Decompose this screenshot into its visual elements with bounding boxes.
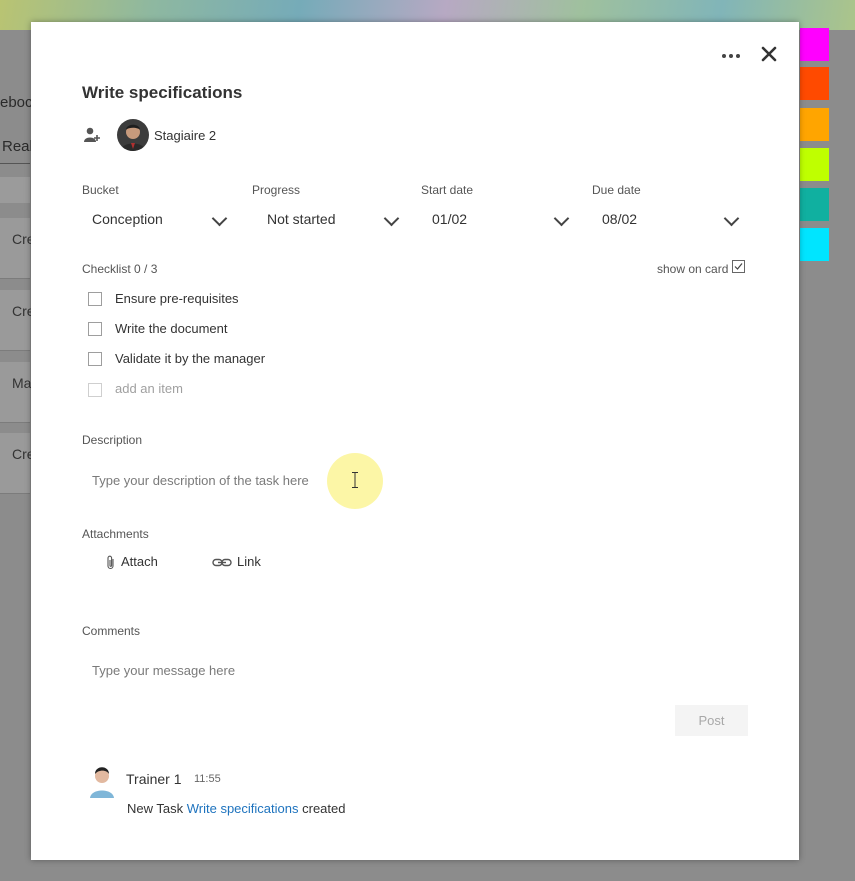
link-label: Link <box>237 554 261 569</box>
label-swatch-orange[interactable] <box>800 108 829 141</box>
progress-value: Not started <box>267 211 336 227</box>
background-divider <box>0 163 30 164</box>
assignee-name[interactable]: Stagiaire 2 <box>154 128 216 143</box>
checklist-item-checkbox[interactable] <box>88 352 102 366</box>
chevron-down-icon <box>383 210 400 227</box>
checklist-item-checkbox[interactable] <box>88 292 102 306</box>
attachments-label: Attachments <box>82 527 149 541</box>
due-date-picker[interactable]: 08/02 <box>592 206 742 232</box>
checklist-item-checkbox[interactable] <box>88 322 102 336</box>
background-text: eboc <box>0 94 33 111</box>
due-date-label: Due date <box>592 183 641 197</box>
bucket-value: Conception <box>92 211 163 227</box>
comment-text-after: created <box>302 801 346 816</box>
checklist-item[interactable]: Write the document <box>115 321 227 336</box>
comment-task-link[interactable]: Write specifications <box>187 801 299 816</box>
start-date-label: Start date <box>421 183 474 197</box>
label-swatch-magenta[interactable] <box>800 28 829 61</box>
new-item-checkbox <box>88 383 102 397</box>
close-icon <box>761 46 777 62</box>
label-swatch-cyan[interactable] <box>800 228 829 261</box>
comment-text: New Task Write specifications created <box>127 801 346 816</box>
background-card: Cre <box>0 218 35 279</box>
label-swatch-teal[interactable] <box>800 188 829 221</box>
checklist-header: Checklist 0 / 3 <box>82 262 158 276</box>
description-input[interactable]: Type your description of the task here <box>92 473 692 488</box>
comment-input[interactable]: Type your message here <box>92 663 692 678</box>
start-date-picker[interactable]: 01/02 <box>421 206 571 232</box>
more-options-button[interactable] <box>721 44 741 69</box>
comment-text-before: New Task <box>127 801 184 816</box>
assign-button[interactable] <box>83 126 101 149</box>
progress-label: Progress <box>252 183 301 197</box>
close-button[interactable] <box>761 46 777 67</box>
progress-dropdown[interactable]: Not started <box>252 206 402 232</box>
add-person-icon <box>84 127 100 142</box>
post-button[interactable]: Post <box>675 705 748 736</box>
more-icon <box>722 54 740 58</box>
assignee-avatar[interactable] <box>117 119 149 151</box>
comments-label: Comments <box>82 624 141 638</box>
chevron-down-icon <box>211 210 228 227</box>
chevron-down-icon <box>723 210 740 227</box>
link-icon <box>212 558 232 567</box>
background-card: Cre <box>0 290 35 351</box>
commenter-avatar <box>87 762 117 798</box>
background-card: Ma <box>0 362 31 423</box>
comment-author: Trainer 1 <box>126 771 182 787</box>
bucket-label: Bucket <box>82 183 119 197</box>
text-cursor-icon <box>352 472 358 488</box>
background-card: Cre <box>0 433 35 494</box>
checklist-item[interactable]: Ensure pre-requisites <box>115 291 239 306</box>
start-date-value: 01/02 <box>432 211 468 227</box>
chevron-down-icon <box>553 210 570 227</box>
add-item-input[interactable]: add an item <box>115 381 183 396</box>
show-on-card-checkbox[interactable] <box>732 260 745 273</box>
bucket-dropdown[interactable]: Conception <box>82 206 232 232</box>
show-on-card-label: show on card <box>657 262 729 276</box>
task-details-dialog: Write specifications Stagiaire 2 Bucket … <box>31 22 799 860</box>
attach-label: Attach <box>121 554 158 569</box>
background-bar <box>0 177 30 203</box>
checkmark-icon <box>734 263 743 270</box>
due-date-value: 08/02 <box>602 211 638 227</box>
label-swatch-orange-red[interactable] <box>800 67 829 100</box>
comment-time: 11:55 <box>194 773 221 785</box>
checklist-item[interactable]: Validate it by the manager <box>115 351 265 366</box>
paperclip-icon <box>107 555 114 570</box>
description-label: Description <box>82 433 143 447</box>
label-swatch-lime[interactable] <box>800 148 829 181</box>
task-title[interactable]: Write specifications <box>82 83 242 103</box>
